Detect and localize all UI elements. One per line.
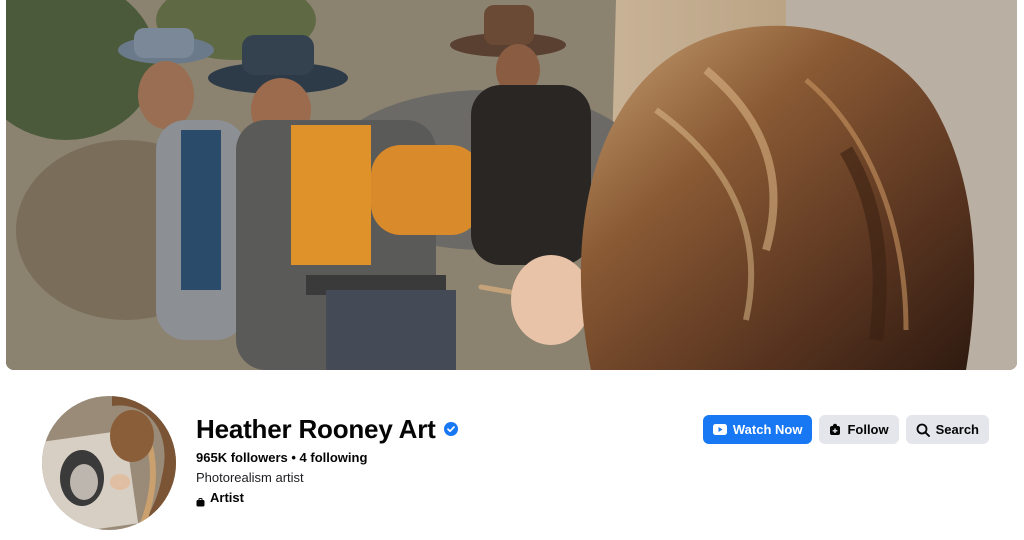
cover-image: [6, 0, 1017, 370]
profile-category: Artist: [196, 489, 458, 507]
profile-page: Heather Rooney Art 965K followers • 4 fo…: [0, 0, 1024, 540]
follow-label: Follow: [847, 422, 889, 437]
follow-icon: [829, 423, 841, 436]
avatar-image: [42, 396, 176, 530]
search-button[interactable]: Search: [905, 415, 989, 444]
search-icon: [916, 423, 930, 437]
video-play-icon: [712, 424, 727, 435]
profile-bio: Photorealism artist: [196, 470, 304, 485]
watch-now-button[interactable]: Watch Now: [702, 415, 813, 444]
profile-actions: Watch Now Follow Search: [702, 415, 989, 444]
category-label: Artist: [210, 490, 244, 505]
profile-info: Heather Rooney Art 965K followers • 4 fo…: [196, 413, 458, 507]
briefcase-icon: [196, 494, 205, 506]
search-label: Search: [935, 422, 979, 437]
cover-photo[interactable]: [6, 0, 1017, 370]
verified-badge-icon[interactable]: [443, 422, 458, 436]
page-title[interactable]: Heather Rooney Art: [196, 413, 436, 445]
follower-stats[interactable]: 965K followers • 4 following: [196, 449, 458, 466]
watch-now-label: Watch Now: [732, 422, 803, 437]
profile-avatar[interactable]: [38, 392, 180, 534]
follow-button[interactable]: Follow: [819, 415, 899, 444]
